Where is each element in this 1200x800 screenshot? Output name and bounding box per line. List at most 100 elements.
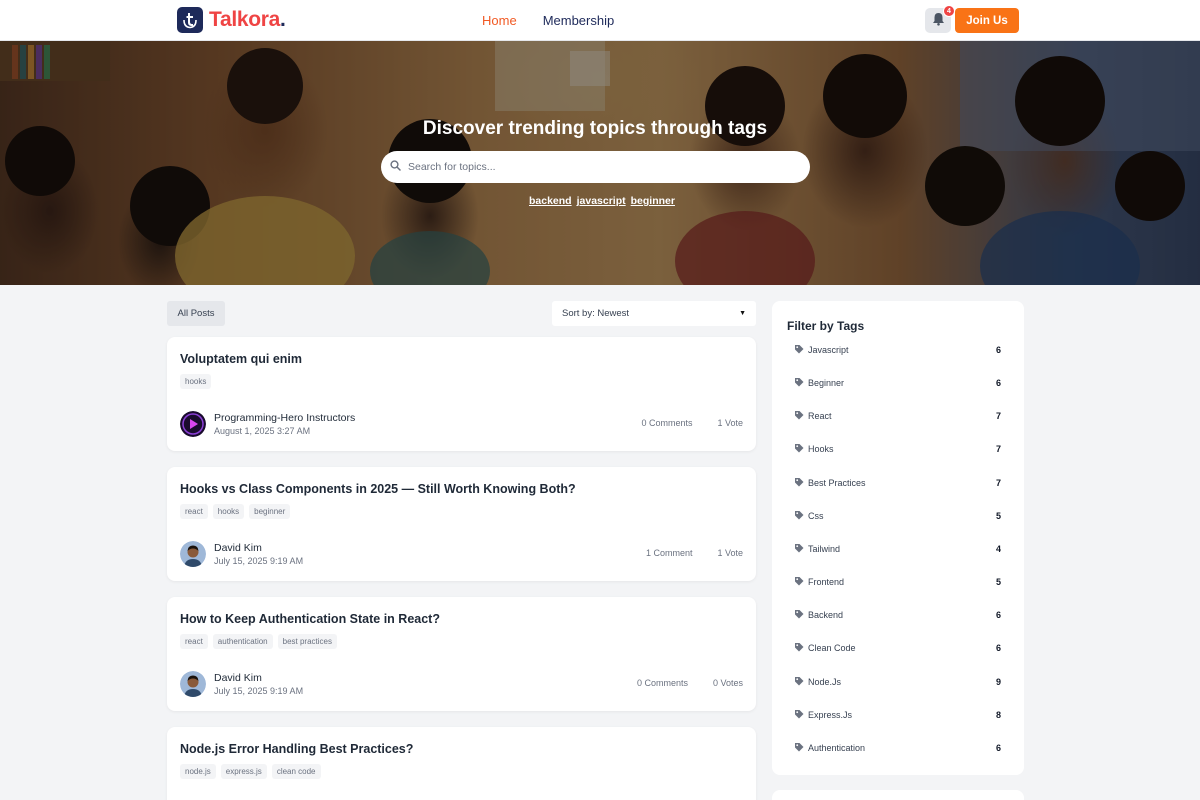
author-name[interactable]: Programming-Hero Instructors [214,412,355,425]
post-stats: 0 Comments 1 Vote [641,418,743,428]
post-title[interactable]: Hooks vs Class Components in 2025 — Stil… [180,482,576,496]
tag-filter-item[interactable]: Best Practices 7 [794,476,1001,490]
post-card[interactable]: Node.js Error Handling Best Practices? n… [167,727,756,800]
post-tag[interactable]: best practices [277,634,337,649]
vote-count[interactable]: 1 Vote [717,548,743,558]
post-date: July 15, 2025 9:19 AM [214,686,304,696]
vote-count[interactable]: 0 Votes [713,678,743,688]
post-tags: node.js express.js clean code [180,764,321,779]
tag-filter-item[interactable]: Hooks 7 [794,442,1001,456]
tag-filter-item[interactable]: Tailwind 4 [794,542,1001,556]
post-tag[interactable]: hooks [180,374,212,389]
sort-label: Sort by: Newest [562,308,630,319]
post-tag[interactable]: node.js [180,764,216,779]
tag-filter-item[interactable]: Frontend 5 [794,575,1001,589]
post-card[interactable]: Hooks vs Class Components in 2025 — Stil… [167,467,756,581]
logo-mark-icon [177,7,203,33]
tag-filter-count: 5 [995,577,1001,587]
post-tag[interactable]: beginner [249,504,291,519]
tag-filter-count: 7 [995,444,1001,454]
comment-count[interactable]: 0 Comments [637,678,688,688]
post-author: David Kim July 15, 2025 9:19 AM [180,541,303,567]
tag-filter-count: 9 [995,677,1001,687]
tag-filter-label: Node.Js [808,677,842,687]
tag-filter-count: 6 [995,378,1001,388]
tag-filter-count: 5 [995,511,1001,521]
notifications-button[interactable]: 4 [925,5,955,33]
post-tag[interactable]: hooks [212,504,245,519]
join-us-button[interactable]: Join Us [955,8,1019,33]
sort-select[interactable]: Sort by: Newest ▼ [552,301,756,326]
trending-tag-javascript[interactable]: javascript [577,195,626,207]
tag-filter-count: 7 [995,478,1001,488]
tag-filter-count: 8 [995,710,1001,720]
comment-count[interactable]: 1 Comment [646,548,693,558]
tag-filter-label: Authentication [808,743,866,753]
search-input[interactable] [408,161,788,173]
brand-logo[interactable]: Talkora. [177,7,286,33]
post-stats: 0 Comments 0 Votes [637,678,743,688]
tag-filter-label: Tailwind [808,544,841,554]
tag-filter-item[interactable]: Express.Js 8 [794,708,1001,722]
tag-filter-item[interactable]: Css 5 [794,509,1001,523]
tag-filter-label: Beginner [808,378,845,388]
tag-icon [794,673,804,691]
hero-search-box [381,151,810,183]
caret-down-icon: ▼ [739,310,746,317]
tag-filter-count: 6 [995,610,1001,620]
nav-home[interactable]: Home [482,13,517,28]
trending-tags: backend javascript beginner [529,195,675,207]
tag-icon [794,374,804,392]
tag-filter-item[interactable]: Node.Js 9 [794,675,1001,689]
sidebar-secondary-panel [772,790,1024,800]
main-nav: Home Membership [482,13,614,28]
notification-count-badge: 4 [943,5,955,17]
post-title[interactable]: Node.js Error Handling Best Practices? [180,742,413,756]
comment-count[interactable]: 0 Comments [641,418,692,428]
tag-icon [794,639,804,657]
tag-icon [794,440,804,458]
tag-filter-item[interactable]: Clean Code 6 [794,641,1001,655]
tag-icon [794,573,804,591]
avatar[interactable] [180,411,206,437]
post-card[interactable]: Voluptatem qui enim hooks Programming-He… [167,337,756,451]
post-author: Programming-Hero Instructors August 1, 2… [180,411,355,437]
post-tags: react hooks beginner [180,504,291,519]
post-tag[interactable]: react [180,504,208,519]
vote-count[interactable]: 1 Vote [717,418,743,428]
all-posts-button[interactable]: All Posts [167,301,225,326]
post-author: David Kim July 15, 2025 9:19 AM [180,671,303,697]
tag-icon [794,706,804,724]
post-tag[interactable]: clean code [271,764,321,779]
tag-filter-item[interactable]: Backend 6 [794,608,1001,622]
brand-name: Talkora. [209,8,286,31]
tag-filter-item[interactable]: React 7 [794,409,1001,423]
tag-filter-item[interactable]: Beginner 6 [794,376,1001,390]
hero-banner: Discover trending topics through tags ba… [0,41,1200,285]
post-tag[interactable]: express.js [220,764,267,779]
author-name[interactable]: David Kim [214,672,303,685]
tag-filter-label: Best Practices [808,478,866,488]
tag-filter-label: Hooks [808,444,834,454]
author-name[interactable]: David Kim [214,542,303,555]
avatar[interactable] [180,541,206,567]
post-title[interactable]: Voluptatem qui enim [180,352,302,366]
avatar[interactable] [180,671,206,697]
nav-membership[interactable]: Membership [543,13,615,28]
search-icon [390,158,401,176]
tag-filter-item[interactable]: Authentication 6 [794,741,1001,755]
tag-icon [794,507,804,525]
tag-icon [794,540,804,558]
bell-icon [932,12,945,29]
post-tag[interactable]: authentication [212,634,273,649]
trending-tag-beginner[interactable]: beginner [631,195,675,207]
tag-filter-count: 4 [995,544,1001,554]
tag-filter-label: Frontend [808,577,845,587]
tag-filter-item[interactable]: Javascript 6 [794,343,1001,357]
post-title[interactable]: How to Keep Authentication State in Reac… [180,612,440,626]
trending-tag-backend[interactable]: backend [529,195,572,207]
tag-icon [794,606,804,624]
post-card[interactable]: How to Keep Authentication State in Reac… [167,597,756,711]
tag-filter-label: Express.Js [808,710,853,720]
post-tag[interactable]: react [180,634,208,649]
